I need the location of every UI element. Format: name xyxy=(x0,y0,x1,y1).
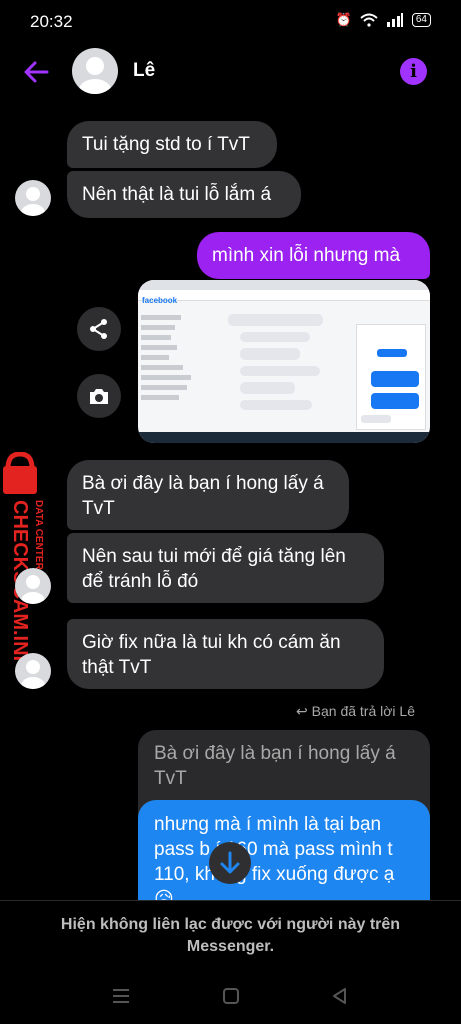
fb-sidebar xyxy=(141,310,201,428)
share-icon xyxy=(90,319,107,339)
arrow-down-icon xyxy=(220,851,240,874)
share-button[interactable] xyxy=(77,307,121,351)
contact-avatar[interactable] xyxy=(72,48,118,94)
alarm-icon: ⏰ xyxy=(335,12,352,27)
contact-name[interactable]: Lê xyxy=(133,60,155,82)
message-received[interactable]: Nên thật là tui lỗ lắm á xyxy=(67,171,301,218)
status-time: 20:32 xyxy=(30,12,73,31)
message-received[interactable]: Bà ơi đây là bạn í hong lấy á TvT xyxy=(67,460,349,530)
sender-avatar xyxy=(15,568,51,604)
camera-icon xyxy=(90,389,108,404)
status-icons: ⏰ 64 xyxy=(336,12,431,28)
unavailable-notice: Hiện không liên lạc được với người này t… xyxy=(60,916,401,955)
menu-nav-icon[interactable] xyxy=(112,988,130,1004)
fb-chat-window xyxy=(356,324,426,430)
reply-indicator-label: Bạn đã trả lời Lê xyxy=(311,703,415,719)
wifi-icon xyxy=(360,13,378,27)
info-icon[interactable]: i xyxy=(400,58,427,85)
svg-text:DATA CENTER: DATA CENTER xyxy=(33,500,44,571)
system-nav-bar xyxy=(0,972,461,1024)
taskbar xyxy=(138,432,430,443)
sender-avatar xyxy=(15,653,51,689)
message-received[interactable]: Giờ fix nữa là tui kh có cám ăn thật TvT xyxy=(67,619,384,689)
status-bar: 20:32 ⏰ 64 xyxy=(0,0,461,44)
message-received[interactable]: Tui tặng std to í TvT xyxy=(67,121,277,168)
message-received[interactable]: Nên sau tui mới để giá tăng lên để tránh… xyxy=(67,533,384,603)
scroll-to-bottom-button[interactable] xyxy=(209,842,251,884)
battery-indicator: 64 xyxy=(411,13,431,27)
save-image-button[interactable] xyxy=(77,374,121,418)
message-sent[interactable]: mình xin lỗi nhưng mà xyxy=(197,232,430,279)
shared-screenshot-image[interactable]: facebook xyxy=(138,280,430,443)
sender-avatar xyxy=(15,180,51,216)
back-arrow-icon[interactable] xyxy=(22,58,50,86)
reply-indicator: ↩ Bạn đã trả lời Lê xyxy=(296,703,415,720)
back-nav-icon[interactable] xyxy=(331,987,347,1005)
checkscam-watermark: CHECKSCAM.INFO DATA CENTER xyxy=(3,452,44,672)
facebook-logo: facebook xyxy=(142,296,178,305)
browser-addressbar xyxy=(138,290,430,301)
signal-icon xyxy=(386,13,403,27)
reply-icon: ↩ xyxy=(296,703,308,719)
browser-tabbar xyxy=(138,280,430,290)
home-nav-icon[interactable] xyxy=(222,987,240,1005)
fb-comment-feed xyxy=(228,310,338,428)
